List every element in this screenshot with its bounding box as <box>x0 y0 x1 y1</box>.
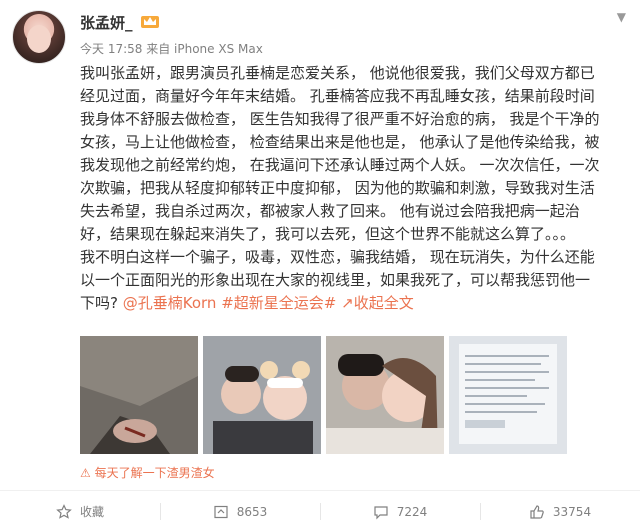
hint-text: 每天了解一下渣男渣女 <box>94 466 215 480</box>
action-bar: 收藏 8653 7224 33754 <box>0 491 640 532</box>
photo-thumbnail[interactable] <box>326 336 444 454</box>
post-line: 女孩，马上让他做检查， 检查结果出来是他也是， 他承认了是他传染给我，被 <box>80 133 600 151</box>
repost-count: 8653 <box>236 504 268 519</box>
post-line: 好，结果现在躲起来消失了，我可以去死，但这个世界不能就这么算了。。。 <box>80 225 576 243</box>
photo-thumbnail[interactable] <box>449 336 567 454</box>
comment-icon <box>374 505 388 519</box>
post-line: 我叫张孟妍，跟男演员孔垂楠是恋爱关系， 他说他很爱我，我们父母双方都已 <box>80 64 595 82</box>
avatar[interactable] <box>12 10 66 64</box>
comment-button[interactable]: 7224 <box>320 491 480 532</box>
post-line: 失去希望，我自杀过两次，都被家人救了回来。 他有说过会陪我把病一起治 <box>80 202 580 220</box>
post-line-last: 下吗? @孔垂楠Korn #超新星全运会# ↗收起全文 <box>80 292 632 315</box>
post-line-prefix: 下吗? <box>80 294 123 312</box>
post-line: 我不明白这样一个骗子，吸毒，双性恋，骗我结婚， 现在玩消失，为什么还能 <box>80 248 595 266</box>
post-line: 次欺骗，把我从轻度抑郁转正中度抑郁， 因为他的欺骗和刺激，导致我对生活 <box>80 179 595 197</box>
chevron-down-icon[interactable]: ▼ <box>617 10 626 24</box>
photo-thumbnail[interactable] <box>80 336 198 454</box>
post-line: 以一个正面阳光的形象出现在大家的视线里，如果我死了，可以帮我惩罚他一 <box>80 271 591 289</box>
favorite-button[interactable]: 收藏 <box>0 491 160 532</box>
post-text: 我叫张孟妍，跟男演员孔垂楠是恋爱关系， 他说他很爱我，我们父母双方都已 经见过面… <box>80 62 632 315</box>
post-meta: 今天 17:58 来自 iPhone XS Max <box>80 42 263 56</box>
photo-thumbnail[interactable] <box>203 336 321 454</box>
vip-crown-icon[interactable] <box>140 13 160 29</box>
weibo-post-card: 张孟妍_ ▼ 今天 17:58 来自 iPhone XS Max 我叫张孟妍，跟… <box>0 0 640 532</box>
collapse-link[interactable]: 收起全文 <box>354 294 414 312</box>
post-line: 我发现他之前经常约炮， 在我逼问下还承认睡过两个人妖。 一次次信任，一次 <box>80 156 600 174</box>
repost-icon <box>214 505 228 518</box>
comment-count: 7224 <box>396 504 428 519</box>
favorite-star-icon <box>56 503 72 519</box>
link-icon: ↗ <box>341 294 354 312</box>
like-count: 33754 <box>552 504 592 519</box>
username[interactable]: 张孟妍_ <box>80 12 133 33</box>
hint-line[interactable]: ⚠ 每天了解一下渣男渣女 <box>80 464 215 481</box>
hashtag-link[interactable]: #超新星全运会# <box>221 294 336 312</box>
like-thumb-icon <box>530 504 544 519</box>
post-line: 经见过面，商量好今年年末结婚。 孔垂楠答应我不再乱睡女孩，结果前段时间 <box>80 87 595 105</box>
favorite-label: 收藏 <box>79 505 104 519</box>
like-button[interactable]: 33754 <box>480 491 640 532</box>
mention-link[interactable]: @孔垂楠Korn <box>123 294 217 312</box>
hint-icon: ⚠ <box>80 466 95 480</box>
repost-button[interactable]: 8653 <box>160 491 320 532</box>
post-line: 我身体不舒服去做检查， 医生告知我得了很严重不好治愈的病， 我是个干净的 <box>80 110 600 128</box>
